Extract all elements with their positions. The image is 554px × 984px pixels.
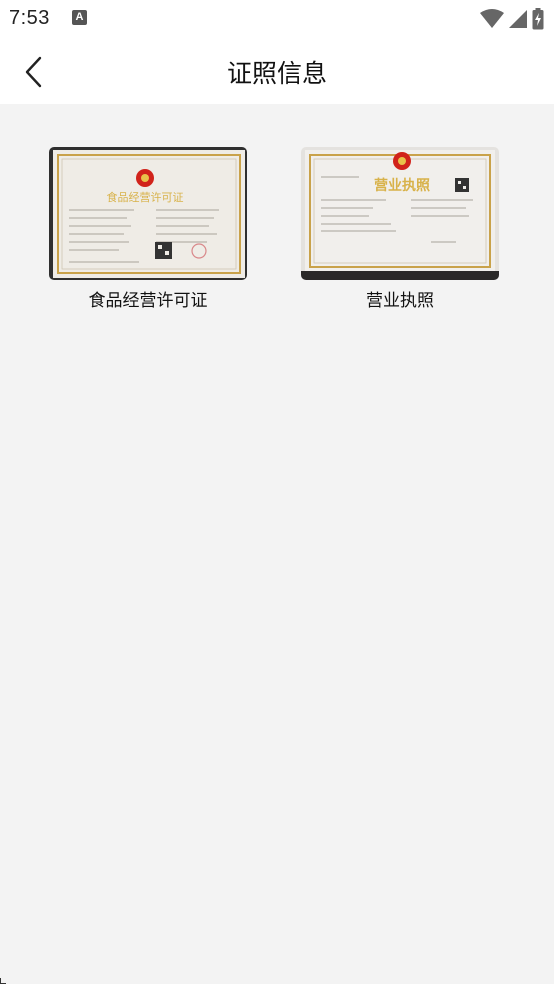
business-license-card[interactable]: 营业执照 营业执照 <box>301 147 499 311</box>
notification-icon: A <box>72 10 87 25</box>
wifi-icon <box>480 9 504 28</box>
business-license-thumbnail[interactable]: 营业执照 <box>301 147 499 280</box>
food-license-label[interactable]: 食品经营许可证 <box>49 286 247 311</box>
corner-mark <box>0 978 6 984</box>
food-license-thumbnail[interactable]: 食品经营许可证 <box>49 147 247 280</box>
food-license-doc-title: 食品经营许可证 <box>107 190 184 204</box>
business-license-doc-title: 营业执照 <box>374 177 430 194</box>
status-time: 7:53 <box>9 7 50 29</box>
navigation-bar: 证照信息 <box>0 38 554 104</box>
page-title: 证照信息 <box>226 59 327 88</box>
food-license-card[interactable]: 食品经营许可证 食品经营许可证 <box>49 147 247 311</box>
status-icons <box>480 8 544 30</box>
battery-icon <box>532 8 544 30</box>
certificate-list: 食品经营许可证 食品经营许可证 营业执照 营业执照 <box>0 104 554 984</box>
business-license-label[interactable]: 营业执照 <box>301 286 499 311</box>
cell-signal-icon <box>509 10 527 28</box>
status-bar: 7:53 A <box>0 0 554 38</box>
